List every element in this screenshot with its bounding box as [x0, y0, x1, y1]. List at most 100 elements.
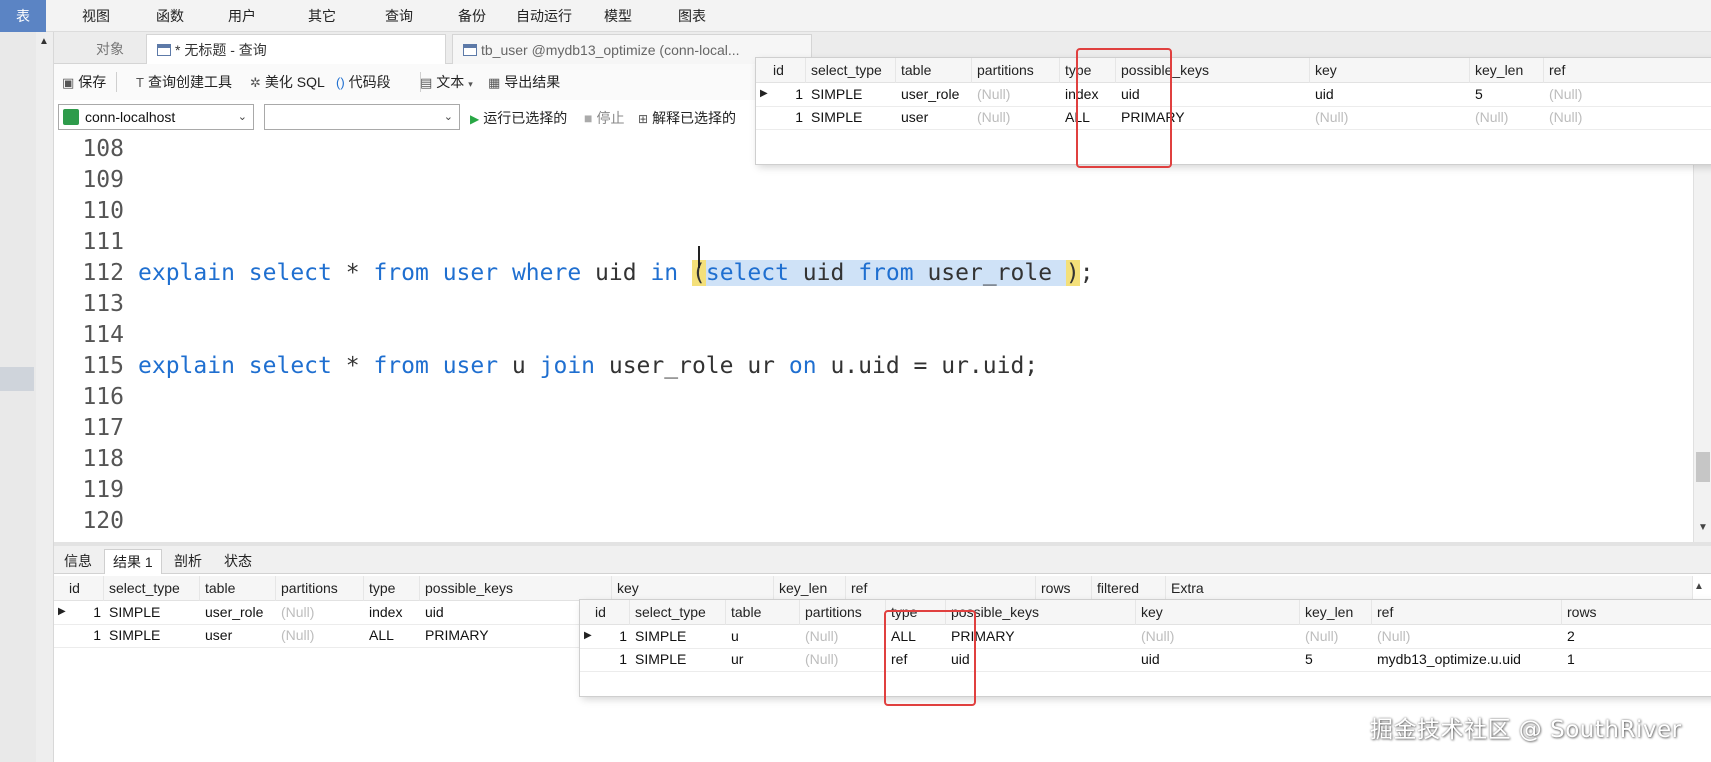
- column-header-partitions[interactable]: partitions: [972, 58, 1060, 83]
- table-cell[interactable]: (Null): [1300, 624, 1372, 649]
- column-header-select-type[interactable]: select_type: [104, 576, 200, 601]
- connection-select[interactable]: conn-localhost ⌄: [58, 104, 254, 130]
- table-cell[interactable]: (Null): [1544, 82, 1711, 107]
- table-cell[interactable]: (Null): [1372, 624, 1562, 649]
- code-line[interactable]: 117: [54, 413, 124, 444]
- table-cell[interactable]: SIMPLE: [104, 623, 200, 648]
- column-header-id[interactable]: id: [590, 600, 630, 625]
- explain-selected-button[interactable]: ⊞ 解释已选择的: [638, 108, 736, 128]
- menu-user[interactable]: 用户: [218, 0, 266, 32]
- column-header-partitions[interactable]: partitions: [800, 600, 886, 625]
- table-cell[interactable]: 1: [590, 647, 630, 672]
- query-builder-button[interactable]: T 查询创建工具: [136, 72, 232, 92]
- menu-model[interactable]: 模型: [594, 0, 642, 32]
- tab-query[interactable]: * 无标题 - 查询: [146, 34, 446, 64]
- code-line[interactable]: 119: [54, 475, 124, 506]
- tab-objects[interactable]: 对象: [86, 34, 146, 64]
- table-cell[interactable]: (Null): [1544, 105, 1711, 130]
- table-cell[interactable]: (Null): [1136, 624, 1300, 649]
- navigator-selection[interactable]: [0, 367, 34, 391]
- column-header-partitions[interactable]: partitions: [276, 576, 364, 601]
- column-header-key[interactable]: key: [1136, 600, 1300, 625]
- column-header-select-type[interactable]: select_type: [806, 58, 896, 83]
- table-cell[interactable]: SIMPLE: [806, 82, 896, 107]
- column-header-ref[interactable]: ref: [846, 576, 1036, 601]
- stop-button[interactable]: ■ 停止: [584, 108, 624, 128]
- table-cell[interactable]: uid: [1136, 647, 1300, 672]
- table-cell[interactable]: 1: [1562, 647, 1711, 672]
- code-line[interactable]: 111: [54, 227, 124, 258]
- table-cell[interactable]: 5: [1470, 82, 1544, 107]
- table-cell[interactable]: index: [364, 600, 420, 625]
- table-cell[interactable]: (Null): [800, 624, 886, 649]
- export-results-button[interactable]: ▦ 导出结果: [488, 72, 560, 92]
- scroll-down-icon[interactable]: ▼: [1698, 522, 1708, 533]
- menu-automation[interactable]: 自动运行: [512, 0, 576, 32]
- sql-editor[interactable]: 108 109 110 111 112 explain select * from use…: [54, 134, 1693, 542]
- table-cell[interactable]: ur: [726, 647, 800, 672]
- table-cell[interactable]: (Null): [276, 600, 364, 625]
- menu-other[interactable]: 其它: [298, 0, 346, 32]
- code-line[interactable]: 108: [54, 134, 124, 165]
- table-cell[interactable]: SIMPLE: [630, 624, 726, 649]
- text-button[interactable]: ▤ 文本 ▾: [420, 72, 477, 92]
- table-cell[interactable]: user: [896, 105, 972, 130]
- column-header-filtered[interactable]: filtered: [1092, 576, 1166, 601]
- column-header-key-len[interactable]: key_len: [774, 576, 846, 601]
- run-selected-button[interactable]: ▶ 运行已选择的: [470, 108, 567, 128]
- navigator-scrollbar[interactable]: ▲: [36, 32, 54, 762]
- menu-function[interactable]: 函数: [146, 0, 194, 32]
- tab-info[interactable]: 信息: [56, 549, 100, 574]
- column-header-Extra[interactable]: Extra: [1166, 576, 1693, 601]
- column-header-ref[interactable]: ref: [1544, 58, 1711, 83]
- column-header-table[interactable]: table: [726, 600, 800, 625]
- code-snippet-button[interactable]: () 代码段: [336, 72, 391, 92]
- scroll-up-icon[interactable]: ▲: [1694, 581, 1704, 592]
- table-cell[interactable]: 5: [1300, 647, 1372, 672]
- table-cell[interactable]: 2: [1562, 624, 1711, 649]
- database-select[interactable]: ⌄: [264, 104, 460, 130]
- menu-backup[interactable]: 备份: [448, 0, 496, 32]
- column-header-id[interactable]: id: [64, 576, 104, 601]
- code-line[interactable]: 118: [54, 444, 124, 475]
- column-header-rows[interactable]: rows: [1036, 576, 1092, 601]
- code-line[interactable]: 116: [54, 382, 124, 413]
- table-cell[interactable]: SIMPLE: [630, 647, 726, 672]
- code-line[interactable]: 109: [54, 165, 124, 196]
- menu-chart[interactable]: 图表: [668, 0, 716, 32]
- table-cell[interactable]: 1: [64, 600, 104, 625]
- table-cell[interactable]: SIMPLE: [104, 600, 200, 625]
- code-line[interactable]: 114: [54, 320, 124, 351]
- table-cell[interactable]: user_role: [896, 82, 972, 107]
- table-cell[interactable]: mydb13_optimize.u.uid: [1372, 647, 1562, 672]
- menu-view[interactable]: 视图: [72, 0, 120, 32]
- table-cell[interactable]: (Null): [972, 82, 1060, 107]
- table-cell[interactable]: (Null): [800, 647, 886, 672]
- table-cell[interactable]: 1: [768, 82, 806, 107]
- code-line[interactable]: 113: [54, 289, 124, 320]
- tab-result-1[interactable]: 结果 1: [104, 549, 162, 574]
- column-header-table[interactable]: table: [200, 576, 276, 601]
- column-header-rows[interactable]: rows: [1562, 600, 1711, 625]
- save-button[interactable]: ▣ 保存: [62, 72, 106, 92]
- table-cell[interactable]: uid: [1310, 82, 1470, 107]
- table-cell[interactable]: user: [200, 623, 276, 648]
- beautify-sql-button[interactable]: ✲ 美化 SQL: [250, 72, 325, 92]
- column-header-key[interactable]: key: [1310, 58, 1470, 83]
- table-cell[interactable]: SIMPLE: [806, 105, 896, 130]
- table-cell[interactable]: 1: [768, 105, 806, 130]
- table-cell[interactable]: 1: [590, 624, 630, 649]
- column-header-table[interactable]: table: [896, 58, 972, 83]
- code-line[interactable]: 110: [54, 196, 124, 227]
- table-cell[interactable]: (Null): [1470, 105, 1544, 130]
- table-cell[interactable]: 1: [64, 623, 104, 648]
- table-cell[interactable]: (Null): [1310, 105, 1470, 130]
- column-header-possible-keys[interactable]: possible_keys: [420, 576, 612, 601]
- code-line[interactable]: 112 explain select * from user where uid …: [54, 258, 1094, 289]
- column-header-key-len[interactable]: key_len: [1300, 600, 1372, 625]
- table-cell[interactable]: (Null): [972, 105, 1060, 130]
- column-header-key-len[interactable]: key_len: [1470, 58, 1544, 83]
- tab-profile[interactable]: 剖析: [166, 549, 210, 574]
- table-cell[interactable]: u: [726, 624, 800, 649]
- table-cell[interactable]: ALL: [364, 623, 420, 648]
